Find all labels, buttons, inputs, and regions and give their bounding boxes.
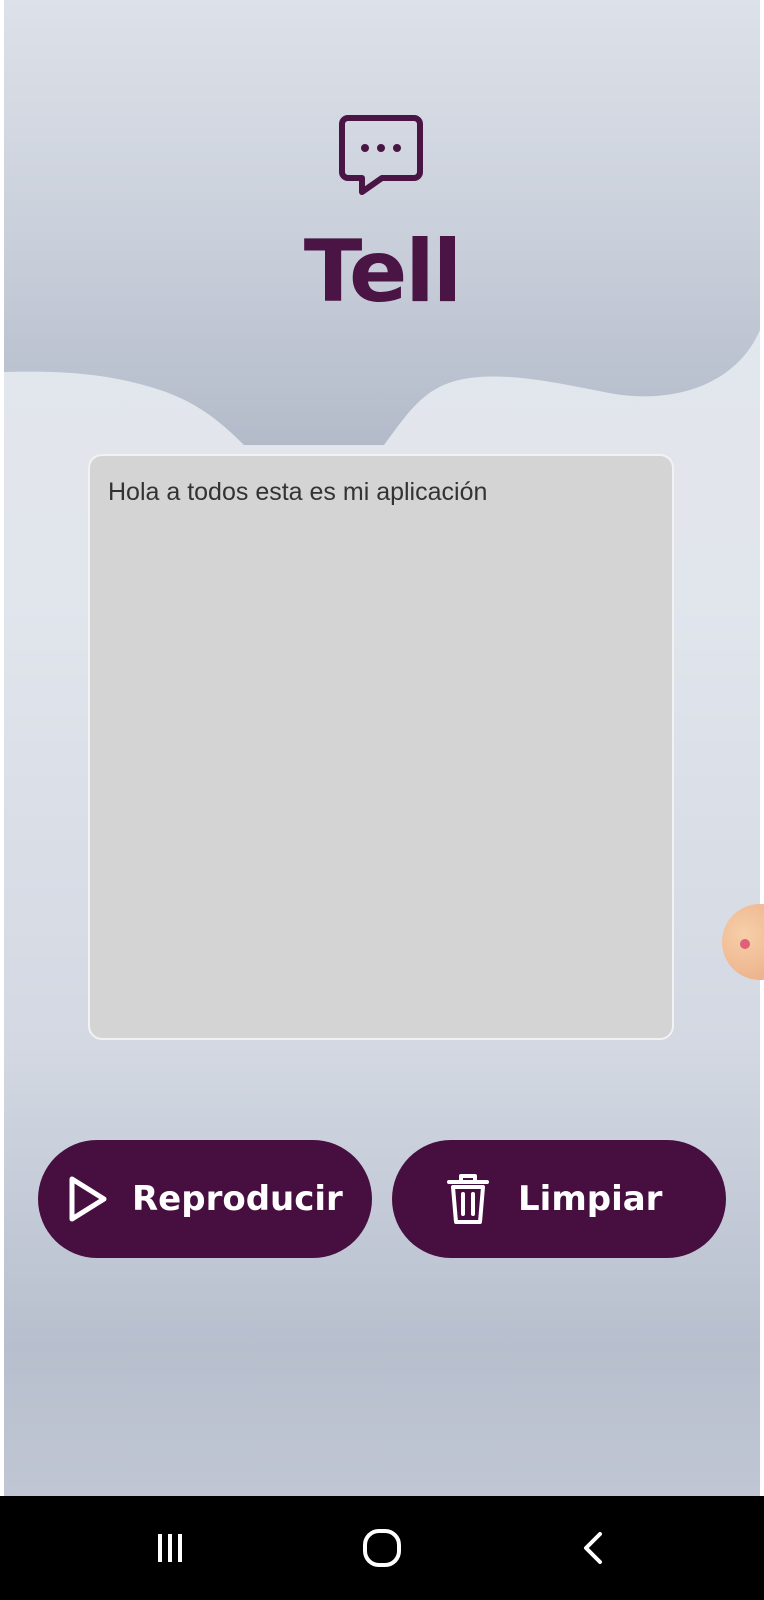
floating-bubble-dot [740, 939, 750, 949]
play-button[interactable]: Reproducir [38, 1140, 372, 1258]
trash-icon [446, 1172, 490, 1226]
speech-text-input[interactable]: Hola a todos esta es mi aplicación [88, 454, 674, 1040]
play-button-label: Reproducir [132, 1179, 343, 1219]
app-screen: Tell Hola a todos esta es mi aplicación … [4, 0, 760, 1496]
app-title: Tell [303, 222, 463, 322]
chat-bubble-ellipsis-icon [339, 115, 423, 195]
home-icon[interactable] [350, 1516, 414, 1580]
system-navigation-bar [0, 1496, 764, 1600]
clear-button[interactable]: Limpiar [392, 1140, 726, 1258]
back-icon[interactable] [562, 1516, 626, 1580]
recent-apps-icon[interactable] [138, 1516, 202, 1580]
play-icon [66, 1174, 110, 1224]
clear-button-label: Limpiar [518, 1179, 663, 1219]
